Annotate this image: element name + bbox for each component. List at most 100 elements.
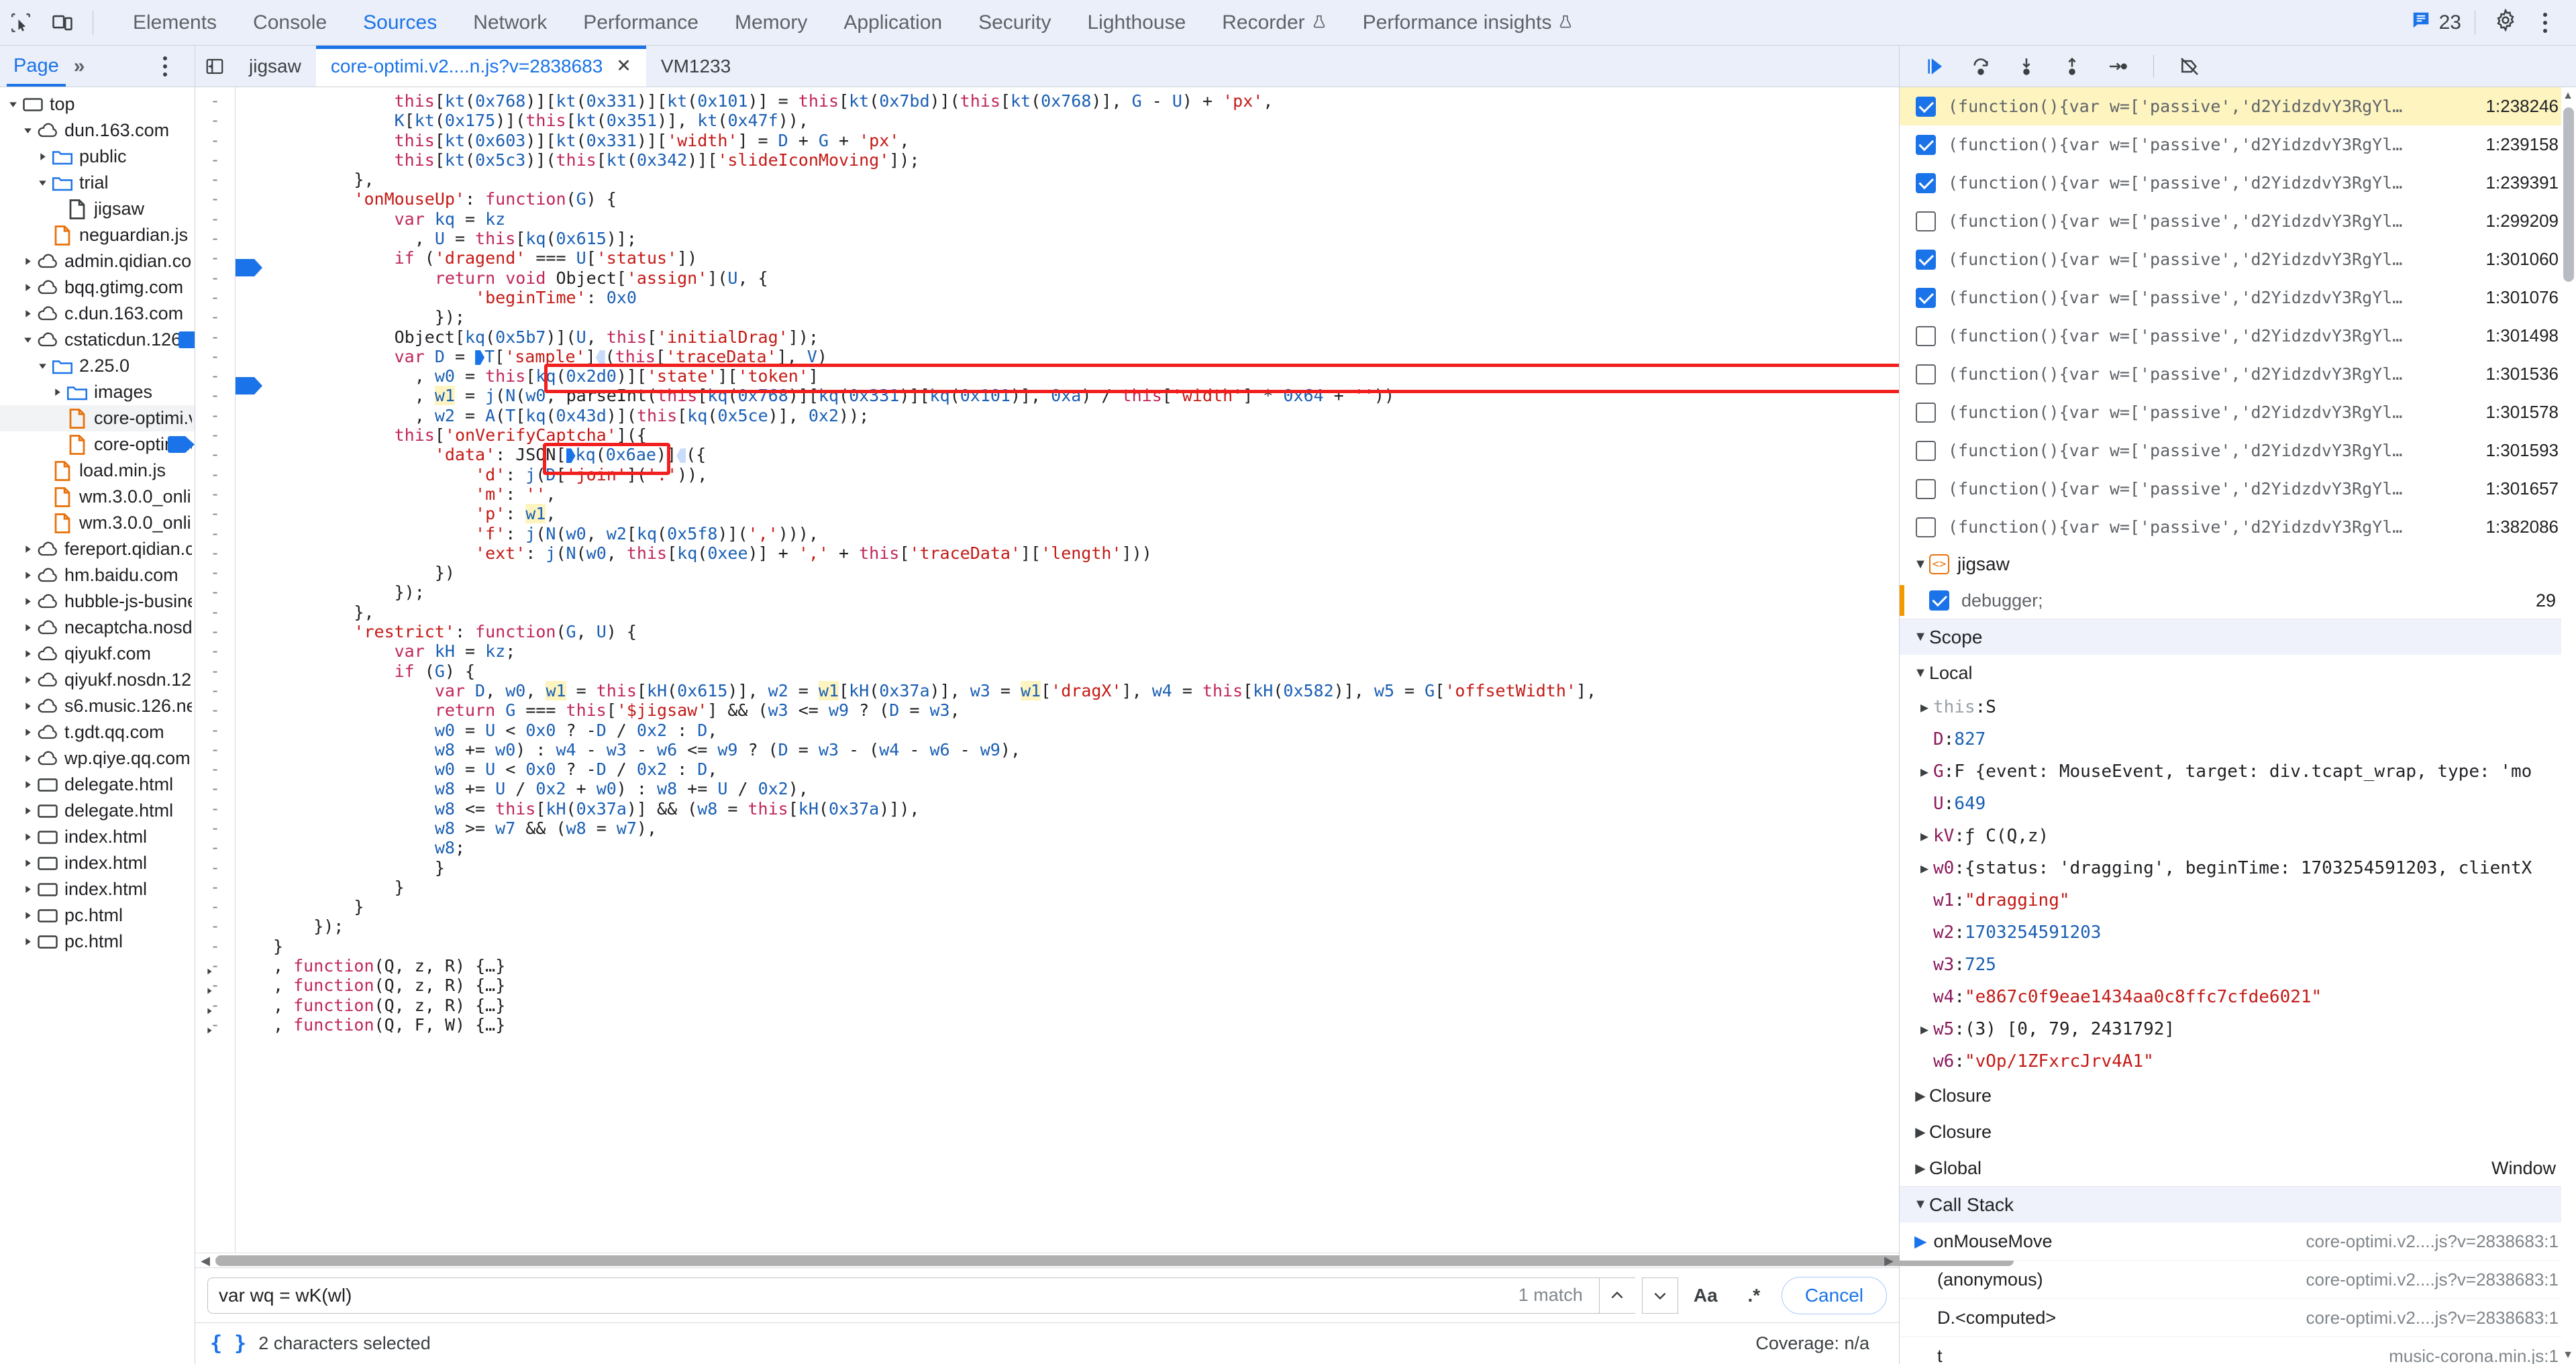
line-number[interactable]: -	[195, 91, 235, 111]
cancel-button[interactable]: Cancel	[1781, 1276, 1887, 1314]
line-number[interactable]: -	[195, 700, 235, 720]
breakpoint-checkbox[interactable]	[1916, 478, 1936, 499]
line-number[interactable]: -	[195, 425, 235, 445]
line-number[interactable]: -	[195, 268, 235, 288]
tree-twisty-closed-icon[interactable]	[19, 805, 36, 817]
expand-caret-icon[interactable]: ▶	[1916, 860, 1933, 876]
tree-twisty-closed-icon[interactable]	[19, 753, 36, 764]
tree-item-public[interactable]: public	[0, 144, 195, 170]
tree-item-core-optimi-v2-n-js[interactable]: core-optimi.v2....n.js	[0, 431, 195, 458]
tree-item-core-optimi-v2-n-js-v-2838683[interactable]: core-optimi.v2....n.js?v=2838683	[0, 405, 195, 431]
line-number[interactable]: -	[195, 622, 235, 641]
breakpoint-list-item[interactable]: (function(){var w=['passive','d2YidzdvY3…	[1900, 278, 2576, 317]
tab-application[interactable]: Application	[825, 0, 960, 45]
tab-recorder[interactable]: Recorder	[1204, 0, 1344, 45]
tree-item-pc-html[interactable]: pc.html	[0, 902, 195, 929]
scope-group-closure[interactable]: ▶ Closure	[1900, 1078, 2576, 1114]
tree-item-necaptcha-nosdn-127-net[interactable]: necaptcha.nosdn.127.net	[0, 615, 195, 641]
line-number[interactable]: -	[195, 996, 235, 1015]
scope-variable-kV[interactable]: ▶ kV: ƒ C(Q,z)	[1900, 820, 2576, 852]
file-breakpoint-debugger[interactable]: debugger; 29	[1900, 582, 2576, 619]
tree-item-c-dun-163-com[interactable]: c.dun.163.com	[0, 301, 195, 327]
line-number[interactable]: -	[195, 878, 235, 897]
line-number[interactable]: -	[195, 563, 235, 582]
match-case-toggle[interactable]: Aa	[1685, 1277, 1727, 1314]
regex-toggle[interactable]: .*	[1733, 1277, 1775, 1314]
call-stack-frame[interactable]: D.<computed> core-optimi.v2....js?v=28386…	[1900, 1299, 2576, 1337]
line-number[interactable]: -	[195, 347, 235, 366]
line-number[interactable]: -	[195, 150, 235, 170]
line-number[interactable]: -	[195, 307, 235, 327]
breakpoint-list-item[interactable]: (function(){var w=['passive','d2YidzdvY3…	[1900, 508, 2576, 546]
step-out-icon[interactable]	[2051, 48, 2093, 85]
line-number[interactable]: -	[195, 937, 235, 956]
line-number[interactable]: -	[195, 819, 235, 838]
scope-variable-w3[interactable]: w3: 725	[1900, 949, 2576, 981]
call-stack-frame[interactable]: t music-corona.min.js:1	[1900, 1337, 2576, 1364]
tab-network[interactable]: Network	[455, 0, 565, 45]
step-into-icon[interactable]	[2006, 48, 2047, 85]
tree-twisty-closed-icon[interactable]	[19, 779, 36, 790]
breakpoint-list-item[interactable]: (function(){var w=['passive','d2YidzdvY3…	[1900, 202, 2576, 240]
call-stack-frame[interactable]: ▶ onMouseMove core-optimi.v2....js?v=28386…	[1900, 1222, 2576, 1261]
line-number[interactable]: -	[195, 465, 235, 484]
scope-variable-w2[interactable]: w2: 1703254591203	[1900, 916, 2576, 949]
more-options-kebab-icon[interactable]	[2526, 4, 2564, 42]
tree-twisty-closed-icon[interactable]	[19, 543, 36, 555]
scope-group-closure[interactable]: ▶ Closure	[1900, 1114, 2576, 1150]
scrollbar-thumb[interactable]	[2563, 107, 2574, 282]
breakpoint-checkbox[interactable]	[1916, 440, 1936, 461]
code-scroll-area[interactable]: this[kt(0x768)][kt(0x331)][kt(0x101)] = …	[262, 87, 1899, 1253]
scope-variable-w6[interactable]: w6: "vOp/1ZFxrcJrv4A1"	[1900, 1045, 2576, 1078]
issues-count[interactable]: 23	[2439, 11, 2461, 34]
breakpoint-checkbox[interactable]	[1916, 249, 1936, 270]
search-prev-button[interactable]	[1598, 1277, 1635, 1314]
line-number[interactable]: -	[195, 858, 235, 878]
tree-item-2-25-0[interactable]: 2.25.0	[0, 353, 195, 379]
scope-variable-w0[interactable]: ▶ w0: {status: 'dragging', beginTime: 170…	[1900, 852, 2576, 884]
tab-performance-insights[interactable]: Performance insights	[1345, 0, 1592, 45]
tree-twisty-open-icon[interactable]	[19, 334, 36, 346]
collapse-caret-icon[interactable]: ▼	[1912, 629, 1929, 645]
line-number[interactable]: -	[195, 740, 235, 759]
tree-twisty-closed-icon[interactable]	[19, 256, 36, 267]
call-stack-section-header[interactable]: ▼ Call Stack	[1900, 1186, 2576, 1222]
scope-section-header[interactable]: ▼ Scope	[1900, 619, 2576, 655]
tree-twisty-closed-icon[interactable]	[19, 831, 36, 843]
tree-item-qiyukf-com[interactable]: qiyukf.com	[0, 641, 195, 667]
tree-twisty-closed-icon[interactable]	[19, 727, 36, 738]
breakpoint-marker[interactable]	[236, 259, 262, 276]
scope-variable-G[interactable]: ▶ G: F {event: MouseEvent, target: div.tc…	[1900, 755, 2576, 788]
inspect-element-icon[interactable]	[0, 3, 42, 42]
tree-item-wp-qiye-qq-com[interactable]: wp.qiye.qq.com	[0, 745, 195, 772]
editor-tab-vm1233[interactable]: VM1233	[646, 46, 745, 87]
tree-item-trial[interactable]: trial	[0, 170, 195, 196]
tree-item-neguardian-js[interactable]: neguardian.js	[0, 222, 195, 248]
deactivate-breakpoints-icon[interactable]	[2169, 48, 2210, 85]
line-number[interactable]: -	[195, 327, 235, 347]
call-stack-frame[interactable]: (anonymous) core-optimi.v2....js?v=283868…	[1900, 1261, 2576, 1299]
line-number[interactable]: -	[195, 131, 235, 150]
show-navigator-icon[interactable]	[195, 47, 234, 86]
tree-twisty-closed-icon[interactable]	[19, 884, 36, 895]
line-number[interactable]: -	[195, 504, 235, 523]
tree-item-images[interactable]: images	[0, 379, 195, 405]
tree-item-t-gdt-qq-com[interactable]: t.gdt.qq.com	[0, 719, 195, 745]
breakpoint-list-item[interactable]: (function(){var w=['passive','d2YidzdvY3…	[1900, 355, 2576, 393]
tree-item-hubble-js-business[interactable]: hubble-js-business	[0, 588, 195, 615]
tree-item-cstaticdun-126-net[interactable]: cstaticdun.126.net	[0, 327, 195, 353]
breakpoint-checkbox[interactable]	[1916, 287, 1936, 308]
collapse-caret-icon[interactable]: ▼	[1912, 557, 1929, 572]
breakpoint-checkbox[interactable]	[1929, 590, 1949, 611]
breakpoint-list-item[interactable]: (function(){var w=['passive','d2YidzdvY3…	[1900, 164, 2576, 202]
tree-twisty-closed-icon[interactable]	[19, 700, 36, 712]
line-number[interactable]: -	[195, 248, 235, 268]
line-number[interactable]: -	[195, 111, 235, 130]
tree-twisty-closed-icon[interactable]	[19, 282, 36, 293]
tree-item-bqq-gtimg-com[interactable]: bqq.gtimg.com	[0, 274, 195, 301]
tab-console[interactable]: Console	[235, 0, 345, 45]
tree-twisty-closed-icon[interactable]	[19, 910, 36, 921]
tree-twisty-closed-icon[interactable]	[19, 674, 36, 686]
resume-script-icon[interactable]	[1914, 48, 1956, 85]
line-number[interactable]: -	[195, 721, 235, 740]
